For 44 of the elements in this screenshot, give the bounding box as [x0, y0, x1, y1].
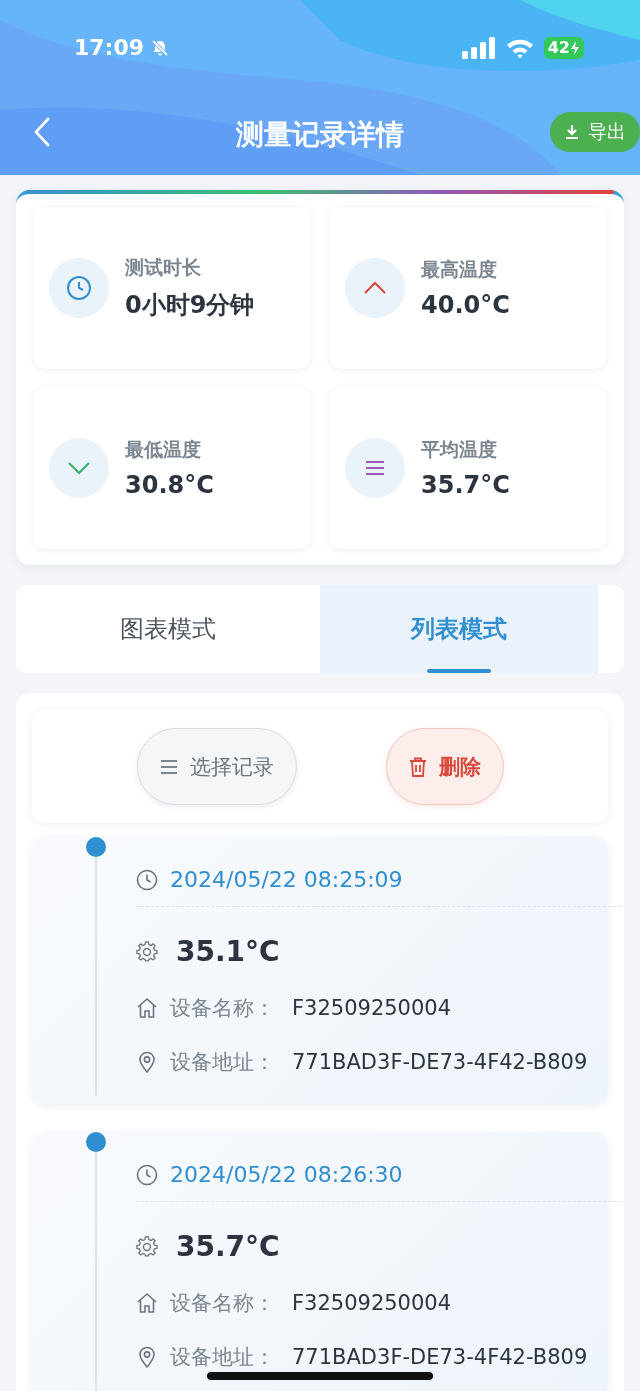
- device-address-label: 设备地址：: [170, 1049, 276, 1076]
- device-name-label: 设备名称：: [170, 1290, 276, 1317]
- signal-icon: [461, 36, 496, 59]
- delete-button[interactable]: 删除: [385, 728, 504, 805]
- trash-icon: [408, 756, 427, 777]
- gear-icon: [136, 1235, 158, 1258]
- record-temperature: 35.7°C: [176, 1230, 280, 1263]
- lines-icon: [365, 460, 385, 476]
- clock-icon: [136, 868, 158, 891]
- export-button[interactable]: 导出: [550, 112, 640, 152]
- status-time: 17:09: [74, 35, 145, 60]
- chevron-down-icon: [67, 461, 91, 475]
- device-address-label: 设备地址：: [170, 1344, 276, 1371]
- home-icon: [136, 1292, 158, 1314]
- record-time: 2024/05/22 08:26:30: [170, 1162, 403, 1187]
- device-address: 771BAD3F-DE73-4F42-B809: [292, 1050, 588, 1074]
- stat-value: 0小时9分钟: [125, 290, 255, 321]
- stat-label: 平均温度: [421, 437, 498, 462]
- device-name: F32509250004: [292, 1291, 452, 1315]
- home-icon: [136, 997, 158, 1019]
- stat-value: 35.7°C: [421, 471, 510, 499]
- clock-icon: [136, 1163, 158, 1186]
- back-icon[interactable]: [33, 117, 51, 147]
- menu-icon: [159, 758, 178, 775]
- device-name-label: 设备名称：: [170, 995, 276, 1022]
- stat-value: 30.8°C: [125, 471, 214, 499]
- location-pin-icon: [136, 1051, 158, 1073]
- stat-label: 最低温度: [125, 437, 202, 462]
- device-name: F32509250004: [292, 996, 452, 1020]
- record-time: 2024/05/22 08:25:09: [170, 867, 403, 892]
- stat-label: 最高温度: [421, 257, 498, 282]
- stat-label: 测试时长: [125, 255, 202, 280]
- gear-icon: [136, 940, 158, 963]
- stat-value: 40.0°C: [421, 291, 510, 319]
- clock-icon: [66, 275, 92, 301]
- bell-slash-icon: [150, 37, 171, 58]
- record-temperature: 35.1°C: [176, 935, 280, 968]
- device-address: 771BAD3F-DE73-4F42-B809: [292, 1345, 588, 1369]
- chevron-up-icon: [363, 281, 387, 295]
- mode-tab[interactable]: 列表模式: [320, 585, 598, 673]
- download-icon: [564, 124, 580, 140]
- location-pin-icon: [136, 1346, 158, 1368]
- page-title: 测量记录详情: [236, 117, 404, 153]
- select-records-button[interactable]: 选择记录: [136, 728, 297, 805]
